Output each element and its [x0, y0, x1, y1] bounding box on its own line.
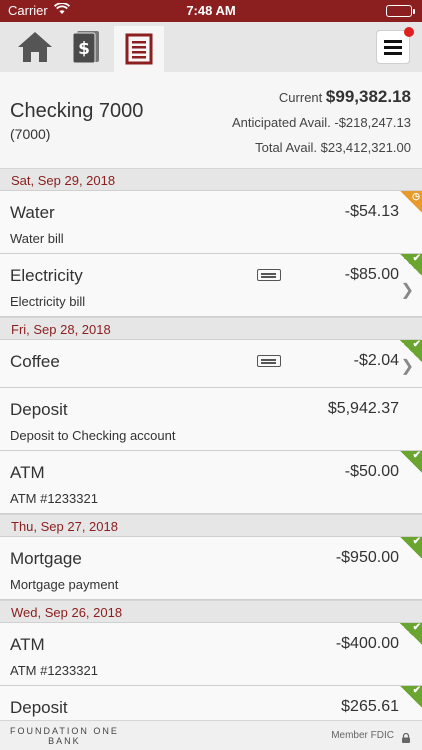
- fdic-label: Member FDIC: [331, 730, 394, 741]
- logo-line-1: FOUNDATION ONE: [10, 726, 119, 736]
- cleared-check-icon: ✔: [400, 622, 422, 645]
- register-icon: [125, 33, 153, 65]
- logo-line-2: BANK: [48, 736, 81, 746]
- transaction-amount: -$400.00: [335, 635, 399, 652]
- transaction-title: Deposit: [10, 400, 68, 419]
- transaction-title: Electricity: [10, 266, 83, 285]
- battery-icon: [386, 5, 415, 17]
- account-header: Checking 7000 (7000) Current $99,382.18 …: [0, 72, 422, 168]
- transaction-description: ATM #1233321: [10, 491, 98, 506]
- date-header: Sat, Sep 29, 2018: [0, 168, 422, 191]
- bills-button[interactable]: $: [66, 26, 108, 68]
- cleared-check-icon: ✔: [400, 450, 422, 473]
- transaction-title: Deposit: [10, 698, 68, 717]
- date-header: Wed, Sep 26, 2018: [0, 600, 422, 623]
- bank-logo: FOUNDATION ONE BANK: [10, 726, 119, 746]
- menu-button[interactable]: [376, 27, 414, 64]
- transaction-row[interactable]: Electricity Electricity bill -$85.00 ❯ ✔: [0, 253, 422, 317]
- transaction-title: ATM: [10, 463, 45, 482]
- svg-text:$: $: [78, 39, 90, 59]
- clock-time: 7:48 AM: [186, 3, 236, 18]
- pending-clock-icon: ◷: [400, 191, 422, 213]
- cleared-check-icon: ✔: [400, 685, 422, 708]
- home-icon: [18, 32, 52, 62]
- anticipated-balance: Anticipated Avail. -$218,247.13: [231, 115, 411, 130]
- transaction-amount: -$85.00: [344, 266, 399, 283]
- transaction-amount: -$50.00: [344, 463, 399, 480]
- transaction-title: ATM: [10, 635, 45, 654]
- cleared-check-icon: ✔: [400, 253, 422, 276]
- memo-icon: [257, 269, 281, 281]
- chevron-right-icon: ❯: [400, 282, 414, 299]
- cleared-check-icon: ✔: [400, 339, 422, 362]
- dollar-icon: $: [72, 31, 99, 64]
- transaction-description: Water bill: [10, 231, 64, 246]
- top-nav: $: [0, 22, 422, 72]
- account-number: (7000): [10, 126, 51, 142]
- notification-badge: [404, 27, 414, 37]
- lock-icon: [402, 730, 410, 743]
- transaction-amount: $5,942.37: [327, 400, 399, 417]
- transaction-description: Mortgage payment: [10, 577, 119, 592]
- date-header: Fri, Sep 28, 2018: [0, 317, 422, 340]
- transaction-row[interactable]: Mortgage Mortgage payment -$950.00 ✔: [0, 536, 422, 600]
- transaction-row[interactable]: Water Water bill -$54.13 ◷: [0, 191, 422, 254]
- transaction-amount: -$950.00: [335, 549, 399, 566]
- current-balance: Current $99,382.18: [279, 87, 411, 107]
- transaction-row[interactable]: Deposit Deposit to Checking account $5,9…: [0, 388, 422, 451]
- transaction-amount: -$54.13: [344, 203, 399, 220]
- current-balance-value: $99,382.18: [325, 87, 411, 106]
- home-button[interactable]: [14, 26, 56, 68]
- transaction-description: Deposit to Checking account: [10, 428, 176, 443]
- transaction-description: ATM #1233321: [10, 663, 98, 678]
- date-header: Thu, Sep 27, 2018: [0, 514, 422, 537]
- transaction-row[interactable]: ATM ATM #1233321 -$50.00 ✔: [0, 450, 422, 514]
- transaction-row[interactable]: Coffee -$2.04 ❯ ✔: [0, 339, 422, 388]
- transaction-amount: -$2.04: [353, 352, 399, 369]
- footer: FOUNDATION ONE BANK Member FDIC: [0, 720, 422, 750]
- status-bar: Carrier 7:48 AM: [0, 0, 422, 22]
- transaction-title: Mortgage: [10, 549, 82, 568]
- menu-icon: [384, 40, 402, 55]
- transaction-list: Sat, Sep 29, 2018 Water Water bill -$54.…: [0, 168, 422, 749]
- cleared-check-icon: ✔: [400, 536, 422, 559]
- memo-icon: [257, 355, 281, 367]
- total-balance: Total Avail. $23,412,321.00: [255, 140, 411, 155]
- transaction-amount: $265.61: [341, 698, 399, 715]
- register-button[interactable]: [114, 26, 164, 72]
- transaction-row[interactable]: ATM ATM #1233321 -$400.00 ✔: [0, 622, 422, 686]
- current-balance-label: Current: [278, 90, 323, 105]
- transaction-title: Water: [10, 203, 55, 222]
- account-name: Checking 7000: [10, 100, 144, 122]
- transaction-description: Electricity bill: [10, 294, 86, 309]
- transaction-title: Coffee: [10, 352, 60, 371]
